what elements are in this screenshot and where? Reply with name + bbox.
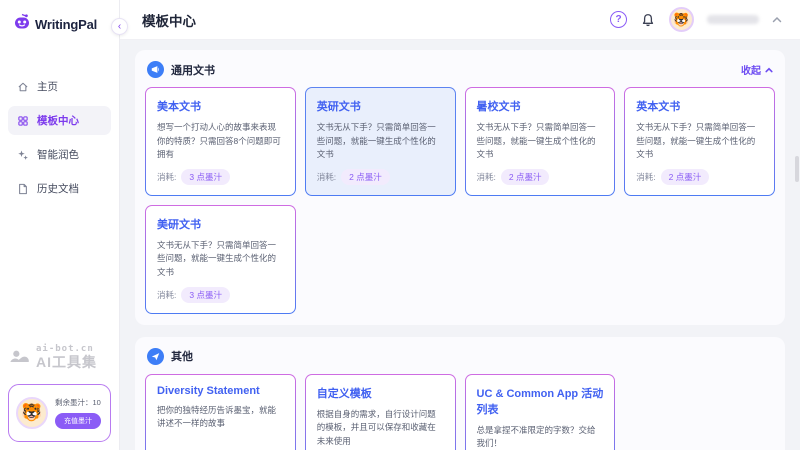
sparkle-icon — [17, 149, 29, 161]
home-icon — [17, 81, 29, 93]
card-description: 文书无从下手？只需简单回答一些问题，就能一键生成个性化的文书 — [636, 121, 763, 162]
card-description: 想写一个打动人心的故事来表现你的特质？只需回答8个问题即可拥有 — [157, 121, 284, 162]
chevron-up-icon[interactable] — [772, 15, 782, 25]
ink-cost-badge: 2 点墨汁 — [341, 169, 390, 185]
ink-cost-badge: 3 点墨汁 — [181, 287, 230, 303]
cost-label: 消耗: — [157, 171, 176, 183]
collapse-section-link[interactable]: 收起 — [741, 62, 773, 77]
writingpal-robot-icon — [13, 13, 31, 36]
watermark-line2: AI工具集 — [36, 355, 97, 370]
cost-label: 消耗: — [636, 171, 655, 183]
logo: WritingPal — [0, 0, 119, 46]
template-card-custom-template[interactable]: 自定义模板 根据自身的需求，自行设计问题的模板，并且可以保存和收藏在未来使用 消… — [305, 374, 456, 450]
sidebar-item-template-center[interactable]: 模板中心 — [8, 106, 111, 135]
cost-label: 消耗: — [157, 289, 176, 301]
card-title: 英本文书 — [636, 98, 763, 114]
section-others: 其他 Diversity Statement 把你的独特经历告诉墨宝，就能讲述不… — [135, 337, 785, 450]
card-description: 文书无从下手？只需简单回答一些问题，就能一键生成个性化的文书 — [477, 121, 604, 162]
card-title: UC & Common App 活动列表 — [477, 385, 604, 417]
ink-cost-badge: 3 点墨汁 — [181, 169, 230, 185]
sidebar-item-smart-polish[interactable]: 智能润色 — [8, 140, 111, 169]
content: 通用文书 收起 美本文书 想写一个打动人心的故事来表现你的特质？只需回答8个问题… — [120, 40, 800, 450]
card-description: 总是拿捏不准限定的字数？交给我们！ — [477, 424, 604, 450]
header: 模板中心 ? 🐯 — [120, 0, 800, 40]
cost-label: 消耗: — [477, 171, 496, 183]
ai-bot-logo-icon — [9, 349, 31, 365]
page-title: 模板中心 — [142, 10, 196, 30]
app-root: WritingPal ‹ 主页 模板中心 智能润色 历史文档 — [0, 0, 800, 450]
paper-plane-icon — [147, 348, 164, 365]
card-description: 文书无从下手？只需简单回答一些问题，就能一键生成个性化的文书 — [157, 239, 284, 280]
template-card-diversity-statement[interactable]: Diversity Statement 把你的独特经历告诉墨宝，就能讲述不一样的… — [145, 374, 296, 450]
remaining-ink-label: 剩余墨汁：10 — [55, 397, 101, 408]
section-general-documents: 通用文书 收起 美本文书 想写一个打动人心的故事来表现你的特质？只需回答8个问题… — [135, 50, 785, 325]
sidebar-item-history[interactable]: 历史文档 — [8, 174, 111, 203]
sidebar: WritingPal ‹ 主页 模板中心 智能润色 历史文档 — [0, 0, 120, 450]
card-title: 美研文书 — [157, 216, 284, 232]
template-card-shuxiao[interactable]: 暑校文书 文书无从下手？只需简单回答一些问题，就能一键生成个性化的文书 消耗: 2… — [465, 87, 616, 196]
card-description: 文书无从下手？只需简单回答一些问题，就能一键生成个性化的文书 — [317, 121, 444, 162]
document-icon — [17, 183, 29, 195]
sidebar-item-label: 智能润色 — [37, 147, 79, 162]
template-card-uc-commonapp-activity-list[interactable]: UC & Common App 活动列表 总是拿捏不准限定的字数？交给我们！ 消… — [465, 374, 616, 450]
section-title: 其他 — [171, 348, 193, 364]
megaphone-icon — [147, 61, 164, 78]
sidebar-item-home[interactable]: 主页 — [8, 72, 111, 101]
ai-bot-watermark: ai-bot.cn AI工具集 — [9, 345, 97, 370]
template-card-yingyan[interactable]: 英研文书 文书无从下手？只需简单回答一些问题，就能一键生成个性化的文书 消耗: 2… — [305, 87, 456, 196]
ink-cost-badge: 2 点墨汁 — [501, 169, 550, 185]
card-description: 根据自身的需求，自行设计问题的模板，并且可以保存和收藏在未来使用 — [317, 408, 444, 450]
user-avatar[interactable]: 🐯 — [669, 7, 694, 32]
user-ink-card: 🐯 剩余墨汁：10 充值墨汁 — [8, 384, 111, 442]
card-title: 自定义模板 — [317, 385, 444, 401]
card-title: Diversity Statement — [157, 385, 284, 397]
card-title: 美本文书 — [157, 98, 284, 114]
user-avatar: 🐯 — [16, 397, 48, 429]
sidebar-menu: 主页 模板中心 智能润色 历史文档 — [0, 72, 119, 203]
recharge-ink-button[interactable]: 充值墨汁 — [55, 413, 101, 429]
card-description: 把你的独特经历告诉墨宝，就能讲述不一样的故事 — [157, 404, 284, 450]
sidebar-item-label: 模板中心 — [37, 113, 79, 128]
ink-cost-badge: 2 点墨汁 — [661, 169, 710, 185]
template-card-meiyan[interactable]: 美研文书 文书无从下手？只需简单回答一些问题，就能一键生成个性化的文书 消耗: 3… — [145, 205, 296, 314]
template-card-yingben[interactable]: 英本文书 文书无从下手？只需简单回答一些问题，就能一键生成个性化的文书 消耗: 2… — [624, 87, 775, 196]
chevron-up-icon — [765, 66, 773, 74]
sidebar-item-label: 历史文档 — [37, 181, 79, 196]
notification-bell-icon[interactable] — [640, 12, 656, 28]
grid-icon — [17, 115, 29, 127]
main-area: 模板中心 ? 🐯 通用文书 收起 — [120, 0, 800, 450]
card-title: 暑校文书 — [477, 98, 604, 114]
sidebar-collapse-button[interactable]: ‹ — [111, 18, 128, 35]
help-icon[interactable]: ? — [610, 11, 627, 28]
template-card-meiben[interactable]: 美本文书 想写一个打动人心的故事来表现你的特质？只需回答8个问题即可拥有 消耗:… — [145, 87, 296, 196]
scrollbar-thumb[interactable] — [795, 156, 799, 182]
section-title: 通用文书 — [171, 62, 215, 78]
sidebar-item-label: 主页 — [37, 79, 58, 94]
logo-text: WritingPal — [35, 17, 97, 32]
card-title: 英研文书 — [317, 98, 444, 114]
user-name-redacted — [707, 15, 759, 24]
cost-label: 消耗: — [317, 171, 336, 183]
